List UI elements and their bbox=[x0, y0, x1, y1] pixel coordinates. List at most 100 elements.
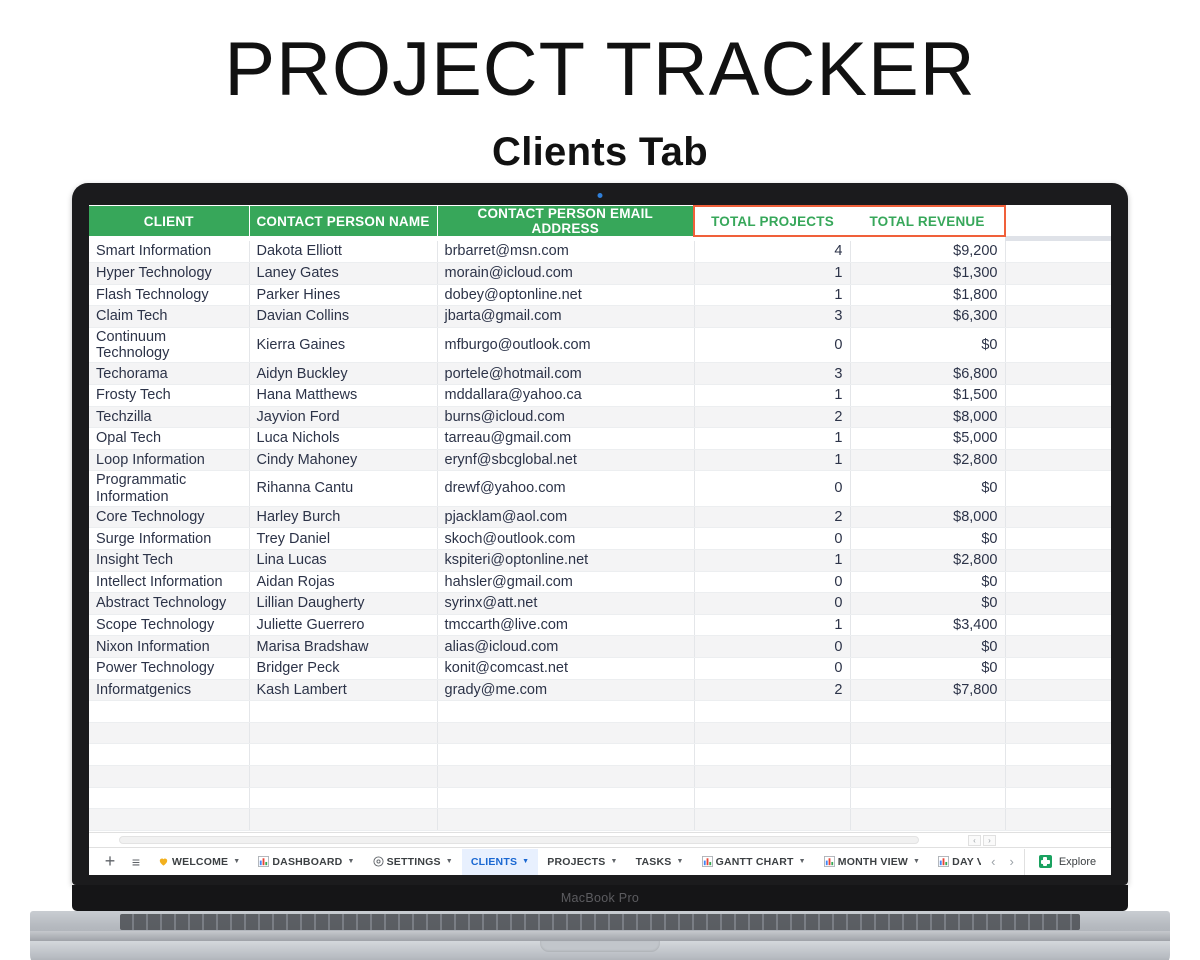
add-sheet-button[interactable]: + bbox=[97, 849, 123, 875]
cell-empty[interactable] bbox=[249, 700, 438, 723]
table-row[interactable]: Abstract Technology Lillian Daugherty syri… bbox=[89, 592, 1111, 615]
cell-contact-email[interactable]: erynf@sbcglobal.net bbox=[437, 449, 695, 472]
cell-total-projects[interactable]: 1 bbox=[694, 427, 851, 450]
table-row-empty[interactable] bbox=[89, 765, 1111, 788]
cell-total-projects[interactable]: 1 bbox=[694, 262, 851, 285]
cell-empty[interactable] bbox=[1005, 722, 1111, 745]
column-header-contact-name[interactable]: CONTACT PERSON NAME bbox=[249, 206, 438, 236]
cell-empty[interactable] bbox=[850, 765, 1006, 788]
cell-empty[interactable] bbox=[1005, 700, 1111, 723]
sheet-tab-clients[interactable]: CLIENTS ▼ bbox=[461, 848, 539, 875]
chevron-down-icon[interactable]: ▼ bbox=[611, 858, 618, 865]
cell-total-revenue[interactable]: $0 bbox=[850, 657, 1006, 680]
cell-total-projects[interactable]: 0 bbox=[694, 327, 851, 364]
cell-empty[interactable] bbox=[437, 700, 695, 723]
cell-empty[interactable] bbox=[437, 787, 695, 810]
cell-total-projects[interactable]: 1 bbox=[694, 284, 851, 307]
cell-contact-name[interactable]: Rihanna Cantu bbox=[249, 470, 438, 507]
cell-empty[interactable] bbox=[850, 743, 1006, 766]
cell-blank[interactable] bbox=[1005, 470, 1111, 507]
cell-total-projects[interactable]: 1 bbox=[694, 384, 851, 407]
cell-client[interactable]: Opal Tech bbox=[89, 427, 250, 450]
cell-total-projects[interactable]: 0 bbox=[694, 571, 851, 594]
table-row[interactable]: Surge Information Trey Daniel skoch@outloo… bbox=[89, 527, 1111, 550]
cell-empty[interactable] bbox=[249, 743, 438, 766]
cell-contact-email[interactable]: tarreau@gmail.com bbox=[437, 427, 695, 450]
cell-contact-name[interactable]: Juliette Guerrero bbox=[249, 614, 438, 637]
cell-client[interactable]: Scope Technology bbox=[89, 614, 250, 637]
cell-blank[interactable] bbox=[1005, 635, 1111, 658]
cell-contact-email[interactable]: mddallara@yahoo.ca bbox=[437, 384, 695, 407]
chevron-down-icon[interactable]: ▼ bbox=[233, 858, 240, 865]
cell-empty[interactable] bbox=[694, 808, 851, 831]
cell-contact-name[interactable]: Luca Nichols bbox=[249, 427, 438, 450]
cell-client[interactable]: Insight Tech bbox=[89, 549, 250, 572]
sheet-tab-month-view[interactable]: MONTH VIEW ▼ bbox=[815, 849, 929, 875]
cell-empty[interactable] bbox=[1005, 787, 1111, 810]
cell-blank[interactable] bbox=[1005, 427, 1111, 450]
sheet-tab-gantt-chart[interactable]: GANTT CHART ▼ bbox=[693, 849, 815, 875]
cell-total-projects[interactable]: 0 bbox=[694, 635, 851, 658]
cell-contact-email[interactable]: hahsler@gmail.com bbox=[437, 571, 695, 594]
table-row[interactable]: Loop Information Cindy Mahoney erynf@sbcgl… bbox=[89, 449, 1111, 472]
next-sheet-icon[interactable]: › bbox=[1010, 854, 1014, 869]
cell-contact-name[interactable]: Jayvion Ford bbox=[249, 406, 438, 429]
table-row[interactable]: Smart Information Dakota Elliott brbarret@… bbox=[89, 241, 1111, 264]
cell-contact-email[interactable]: konit@comcast.net bbox=[437, 657, 695, 680]
column-header-client[interactable]: CLIENT bbox=[89, 206, 250, 236]
cell-empty[interactable] bbox=[89, 787, 250, 810]
cell-total-projects[interactable]: 1 bbox=[694, 614, 851, 637]
cell-empty[interactable] bbox=[1005, 743, 1111, 766]
cell-blank[interactable] bbox=[1005, 571, 1111, 594]
cell-empty[interactable] bbox=[89, 743, 250, 766]
cell-contact-name[interactable]: Davian Collins bbox=[249, 305, 438, 328]
table-row[interactable]: Nixon Information Marisa Bradshaw alias@ic… bbox=[89, 635, 1111, 658]
cell-contact-name[interactable]: Laney Gates bbox=[249, 262, 438, 285]
cell-contact-email[interactable]: portele@hotmail.com bbox=[437, 362, 695, 385]
cell-contact-email[interactable]: grady@me.com bbox=[437, 679, 695, 702]
cell-total-projects[interactable]: 4 bbox=[694, 241, 851, 264]
cell-total-projects[interactable]: 2 bbox=[694, 506, 851, 529]
cell-contact-email[interactable]: drewf@yahoo.com bbox=[437, 470, 695, 507]
cell-empty[interactable] bbox=[1005, 808, 1111, 831]
cell-blank[interactable] bbox=[1005, 384, 1111, 407]
cell-total-revenue[interactable]: $3,400 bbox=[850, 614, 1006, 637]
cell-blank[interactable] bbox=[1005, 262, 1111, 285]
table-row[interactable]: Frosty Tech Hana Matthews mddallara@yahoo.… bbox=[89, 384, 1111, 407]
table-row[interactable]: Continuum Technology Kierra Gaines mfburgo… bbox=[89, 327, 1111, 364]
cell-total-revenue[interactable]: $0 bbox=[850, 635, 1006, 658]
cell-total-revenue[interactable]: $0 bbox=[850, 571, 1006, 594]
cell-client[interactable]: Loop Information bbox=[89, 449, 250, 472]
prev-sheet-icon[interactable]: ‹ bbox=[991, 854, 995, 869]
cell-contact-name[interactable]: Lillian Daugherty bbox=[249, 592, 438, 615]
cell-contact-email[interactable]: syrinx@att.net bbox=[437, 592, 695, 615]
cell-blank[interactable] bbox=[1005, 327, 1111, 364]
cell-contact-email[interactable]: pjacklam@aol.com bbox=[437, 506, 695, 529]
cell-total-revenue[interactable]: $2,800 bbox=[850, 449, 1006, 472]
cell-total-revenue[interactable]: $0 bbox=[850, 327, 1006, 364]
cell-contact-email[interactable]: jbarta@gmail.com bbox=[437, 305, 695, 328]
cell-blank[interactable] bbox=[1005, 449, 1111, 472]
table-row[interactable]: Core Technology Harley Burch pjacklam@aol.… bbox=[89, 506, 1111, 529]
cell-contact-email[interactable]: alias@icloud.com bbox=[437, 635, 695, 658]
cell-empty[interactable] bbox=[249, 722, 438, 745]
cell-total-revenue[interactable]: $8,000 bbox=[850, 506, 1006, 529]
table-row[interactable]: Techorama Aidyn Buckley portele@hotmail.co… bbox=[89, 362, 1111, 385]
cell-contact-name[interactable]: Marisa Bradshaw bbox=[249, 635, 438, 658]
sheet-tab-day-view[interactable]: DAY VIEW bbox=[929, 849, 981, 875]
cell-total-revenue[interactable]: $9,200 bbox=[850, 241, 1006, 264]
cell-empty[interactable] bbox=[89, 765, 250, 788]
column-header-total-projects[interactable]: TOTAL PROJECTS bbox=[693, 205, 850, 237]
cell-blank[interactable] bbox=[1005, 657, 1111, 680]
cell-blank[interactable] bbox=[1005, 362, 1111, 385]
cell-total-revenue[interactable]: $1,500 bbox=[850, 384, 1006, 407]
cell-contact-name[interactable]: Cindy Mahoney bbox=[249, 449, 438, 472]
cell-contact-email[interactable]: brbarret@msn.com bbox=[437, 241, 695, 264]
table-row[interactable]: Hyper Technology Laney Gates morain@icloud… bbox=[89, 262, 1111, 285]
cell-total-revenue[interactable]: $2,800 bbox=[850, 549, 1006, 572]
cell-total-revenue[interactable]: $8,000 bbox=[850, 406, 1006, 429]
table-row[interactable]: Techzilla Jayvion Ford burns@icloud.com 2 $8… bbox=[89, 406, 1111, 429]
mini-arrow-left-icon[interactable]: ‹ bbox=[968, 835, 981, 846]
sheet-tab-settings[interactable]: SETTINGS ▼ bbox=[364, 849, 462, 875]
sheet-tab-projects[interactable]: PROJECTS ▼ bbox=[538, 849, 626, 875]
